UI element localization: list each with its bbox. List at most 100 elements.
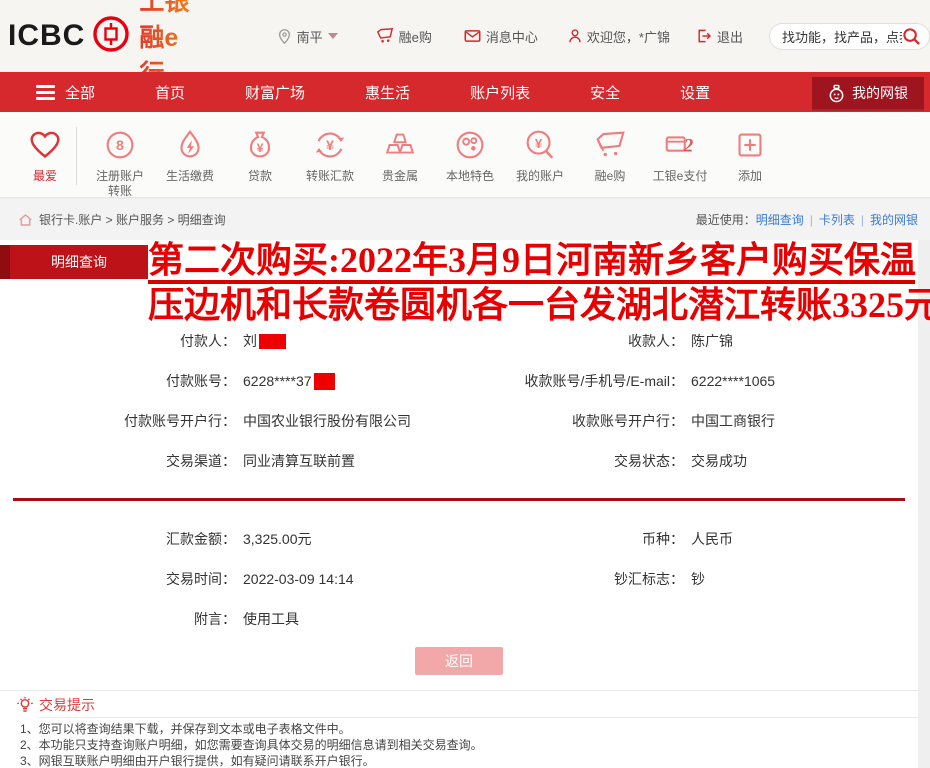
search-input[interactable]: [782, 29, 902, 44]
chevron-down-icon: [328, 33, 338, 39]
quick-item-life-payment[interactable]: 生活缴费: [155, 125, 225, 184]
tips-title: 交易提示: [39, 695, 95, 715]
quick-item-label: 添加: [721, 169, 779, 184]
nav-item-settings[interactable]: 设置: [680, 82, 710, 103]
quick-toolbar: 最爱 8 注册账户转账 生活缴费 ¥ 贷款 ¥ 转账汇款: [0, 112, 930, 198]
tab-detail-query[interactable]: 明细查询: [10, 245, 148, 279]
e-mall-link[interactable]: 融e购: [376, 27, 432, 46]
home-icon: [18, 213, 33, 227]
welcome-user[interactable]: 欢迎您，*广锦: [568, 27, 670, 46]
tips-header: 交易提示: [0, 691, 918, 718]
quick-item-loan[interactable]: ¥ 贷款: [225, 125, 295, 184]
my-ebank-ribbon[interactable]: 我的网银: [812, 77, 924, 109]
row-banks: 付款账号开户行： 中国农业银行股份有限公司 收款账号开户行： 中国工商银行: [0, 401, 918, 441]
quick-item-label: 最爱: [16, 169, 74, 184]
search-box[interactable]: [769, 23, 930, 50]
quick-item-e-mall[interactable]: 融e购: [575, 125, 645, 184]
quick-item-label: 融e购: [581, 169, 639, 184]
quick-item-local-feature[interactable]: 本地特色: [435, 125, 505, 184]
money-bag-icon: [828, 84, 845, 103]
payer-account-label: 付款账号：: [0, 371, 236, 391]
tips-list: 1、您可以将查询结果下载，并保存到文本或电子表格文件中。 2、本功能只支持查询账…: [0, 718, 918, 768]
annotation-line1: 第二次购买:2022年3月9日河南新乡客户购买保温: [148, 240, 915, 284]
quick-item-transfer-remit[interactable]: ¥ 转账汇款: [295, 125, 365, 184]
recent-used: 最近使用： 明细查询 | 卡列表 | 我的网银: [696, 211, 918, 228]
logout-icon: [696, 28, 712, 44]
amount-value: 3,325.00元: [236, 529, 514, 549]
nav-item-all[interactable]: 全部: [65, 82, 95, 103]
payer-account-value: 6228****37: [236, 373, 514, 390]
quick-item-register-transfer[interactable]: 8 注册账户转账: [85, 125, 155, 199]
quick-item-favorites[interactable]: 最爱: [16, 125, 74, 184]
row-channel-status: 交易渠道： 同业清算互联前置 交易状态： 交易成功: [0, 441, 918, 481]
nav-item-security[interactable]: 安全: [590, 82, 620, 103]
row-accounts: 付款账号： 6228****37 收款账号/手机号/E-mail： 6222**…: [0, 361, 918, 401]
life-payment-icon: [171, 125, 209, 165]
svg-text:8: 8: [116, 138, 124, 154]
quick-item-label: 本地特色: [441, 169, 499, 184]
channel-value: 同业清算互联前置: [236, 451, 514, 471]
tips-item: 2、本功能只支持查询账户明细，如您需要查询具体交易的明细信息请到相关交易查询。: [20, 738, 908, 753]
location-label: 南平: [297, 27, 323, 46]
search-icon[interactable]: [902, 27, 921, 46]
add-icon: [731, 125, 769, 165]
logout-label: 退出: [717, 27, 743, 46]
tab-accent-strip: [0, 245, 10, 279]
quick-item-add[interactable]: 添加: [715, 125, 785, 184]
menu-hamburger-icon[interactable]: [36, 82, 55, 103]
transaction-detail-form: 付款人： 刘 收款人： 陈广锦 付款账号： 6228****37 收款账号/手机…: [0, 321, 918, 675]
amount-label: 汇款金额：: [0, 529, 236, 549]
nav-item-life[interactable]: 惠生活: [365, 82, 410, 103]
user-icon: [568, 28, 582, 44]
tips-section: 交易提示 1、您可以将查询结果下载，并保存到文本或电子表格文件中。 2、本功能只…: [0, 690, 918, 768]
quick-item-label: 工银e支付: [651, 169, 709, 184]
quick-item-label: 贷款: [231, 169, 289, 184]
nav-item-wealth[interactable]: 财富广场: [245, 82, 305, 103]
quick-item-e-pay[interactable]: 2 工银e支付: [645, 125, 715, 184]
payer-bank-value: 中国农业银行股份有限公司: [236, 411, 514, 431]
back-button[interactable]: 返回: [415, 647, 503, 675]
cash-flag-value: 钞: [684, 569, 918, 589]
top-header: ICBC 工银融e行 南平 融e购: [0, 0, 930, 72]
recent-link-detail-query[interactable]: 明细查询: [756, 211, 804, 228]
icbc-logo-text: ICBC: [8, 19, 85, 53]
memo-label: 附言：: [0, 609, 236, 629]
e-mall-icon: [591, 125, 629, 165]
nav-item-home[interactable]: 首页: [155, 82, 185, 103]
detail-query-panel: 明细查询 第二次购买:2022年3月9日河南新乡客户购买保温 压边机和长款卷圆机…: [0, 240, 918, 768]
row-memo: 附言： 使用工具: [0, 599, 918, 639]
main-nav: 全部 首页 财富广场 惠生活 账户列表 安全 设置 我的网银: [0, 72, 930, 112]
link-separator: |: [810, 213, 813, 227]
e-pay-icon: 2: [661, 125, 699, 165]
my-account-icon: ¥: [521, 125, 559, 165]
local-feature-icon: [451, 125, 489, 165]
toolbar-divider: [76, 127, 77, 185]
payee-label: 收款人：: [514, 331, 684, 351]
location-selector[interactable]: 南平: [277, 27, 338, 46]
status-value: 交易成功: [684, 451, 918, 471]
quick-item-my-account[interactable]: ¥ 我的账户: [505, 125, 575, 184]
breadcrumb: 银行卡.账户 > 账户服务 > 明细查询: [39, 211, 226, 228]
row-amount-currency: 汇款金额： 3,325.00元 币种： 人民币: [0, 519, 918, 559]
recent-link-my-ebank[interactable]: 我的网银: [870, 211, 918, 228]
time-label: 交易时间：: [0, 569, 236, 589]
recent-link-card-list[interactable]: 卡列表: [819, 211, 855, 228]
bulb-icon: [16, 696, 34, 714]
logout-link[interactable]: 退出: [696, 27, 743, 46]
payee-value: 陈广锦: [684, 331, 918, 351]
annotation-line2: 压边机和长款卷圆机各一台发湖北潜江转账3325元: [148, 285, 915, 325]
payee-account-value: 6222****1065: [684, 373, 918, 389]
row-time-cashflag: 交易时间： 2022-03-09 14:14 钞汇标志： 钞: [0, 559, 918, 599]
currency-label: 币种：: [514, 529, 684, 549]
precious-metal-icon: [381, 125, 419, 165]
register-transfer-icon: 8: [101, 125, 139, 165]
status-label: 交易状态：: [514, 451, 684, 471]
nav-item-accounts[interactable]: 账户列表: [470, 82, 530, 103]
message-center-link[interactable]: 消息中心: [464, 27, 538, 46]
button-row: 返回: [0, 647, 918, 675]
message-center-label: 消息中心: [486, 27, 538, 46]
location-pin-icon: [277, 28, 292, 45]
quick-item-precious-metal[interactable]: 贵金属: [365, 125, 435, 184]
welcome-label: 欢迎您，*广锦: [587, 27, 670, 46]
time-value: 2022-03-09 14:14: [236, 571, 514, 587]
